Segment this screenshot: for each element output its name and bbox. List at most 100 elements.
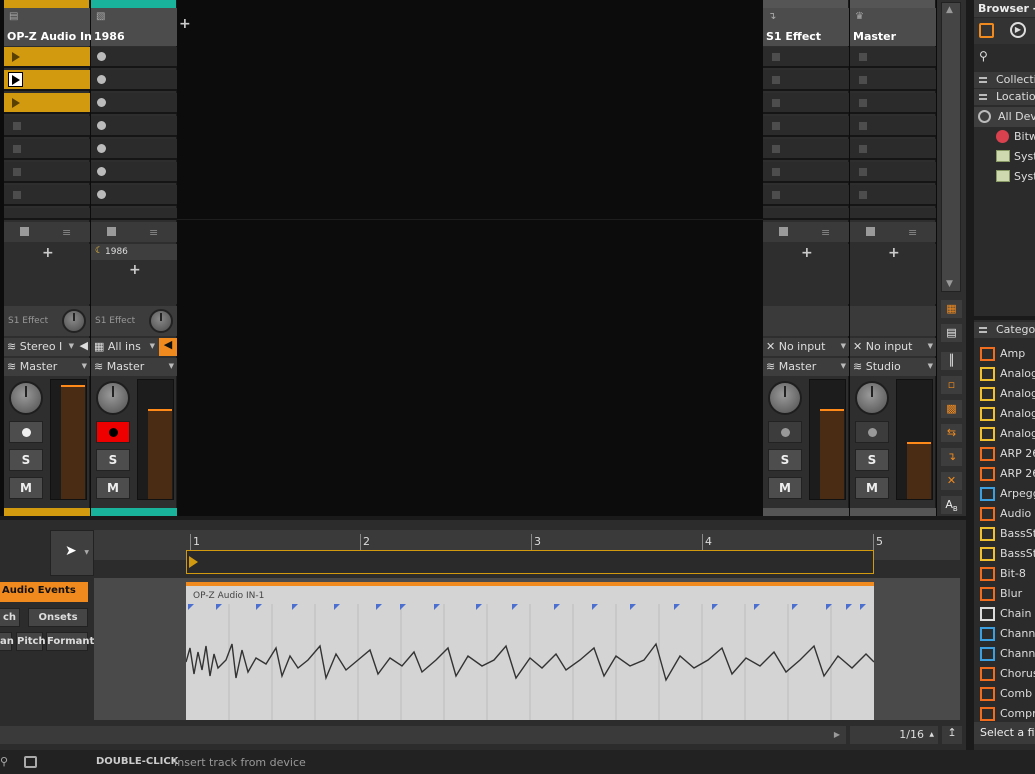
close-icon[interactable]: ✕ xyxy=(941,472,962,490)
vertical-scrollbar[interactable]: ▲ ▼ xyxy=(941,2,961,292)
pin-icon[interactable]: ↥ xyxy=(942,726,962,744)
search-icon[interactable]: ⚲ xyxy=(979,49,988,63)
formant-button[interactable]: Formant xyxy=(46,632,94,651)
browser-splitter[interactable] xyxy=(974,316,1035,320)
panel-divider[interactable] xyxy=(966,0,974,750)
volume-meter[interactable] xyxy=(50,379,87,500)
play-start-icon[interactable] xyxy=(189,556,198,568)
track-header[interactable]: ▧ 1986 xyxy=(91,8,177,46)
device-chip[interactable]: ☾ 1986 xyxy=(91,244,177,260)
volume-meter[interactable] xyxy=(896,379,933,500)
panel-toggle-icon[interactable] xyxy=(24,756,37,768)
key-icon[interactable]: ⚲ xyxy=(0,755,8,768)
clip-slot-empty[interactable] xyxy=(850,185,936,206)
device-area[interactable]: + xyxy=(763,244,849,304)
category-item[interactable]: Blur xyxy=(974,584,1035,604)
category-item[interactable]: Compre xyxy=(974,704,1035,724)
device-area[interactable]: + xyxy=(4,244,90,304)
preset-tab-icon[interactable]: ▶ xyxy=(1010,22,1026,38)
location-all-devices[interactable]: All Devi xyxy=(974,107,1035,127)
category-item[interactable]: Arpegg xyxy=(974,484,1035,504)
tool-selector[interactable]: ➤ ▼ xyxy=(50,530,94,576)
category-item[interactable]: Channe xyxy=(974,624,1035,644)
clip-slot-empty[interactable] xyxy=(850,162,936,183)
category-item[interactable]: ARP 26 xyxy=(974,464,1035,484)
device-area[interactable]: + xyxy=(850,244,936,304)
stretch-button[interactable]: ch xyxy=(0,608,20,627)
browser-search[interactable]: ⚲ xyxy=(974,46,1035,68)
clip-slot-empty[interactable] xyxy=(763,47,849,68)
mixer-icon[interactable]: ║ xyxy=(941,352,962,370)
clip-slot-empty[interactable] xyxy=(763,185,849,206)
list-icon[interactable]: ≡ xyxy=(149,226,158,239)
category-item[interactable]: BassSta xyxy=(974,544,1035,564)
clip-slot-empty[interactable] xyxy=(4,139,90,160)
solo-button[interactable]: S xyxy=(96,449,130,471)
list-icon[interactable]: ≡ xyxy=(62,226,71,239)
clip-slot-empty[interactable] xyxy=(850,70,936,91)
category-item[interactable]: Amp xyxy=(974,344,1035,364)
category-item[interactable]: ARP 26 xyxy=(974,444,1035,464)
clip-slot-empty[interactable] xyxy=(850,116,936,137)
category-item[interactable]: Comb xyxy=(974,684,1035,704)
input-selector[interactable]: ✕ No input ▼ xyxy=(850,338,936,356)
clip-play-icon[interactable] xyxy=(8,72,23,87)
pitch-button[interactable]: Pitch xyxy=(16,632,46,651)
pan-knob[interactable] xyxy=(855,381,889,415)
monitor-speaker-icon[interactable]: ◀ xyxy=(159,338,177,356)
pan-knob[interactable] xyxy=(768,381,802,415)
clip-slot-empty[interactable] xyxy=(91,93,177,114)
categories-section[interactable]: Categor xyxy=(974,322,1035,338)
clip-slot-empty[interactable] xyxy=(763,139,849,160)
category-item[interactable]: Chorus xyxy=(974,664,1035,684)
output-selector[interactable]: ≋ Master ▼ xyxy=(763,358,849,376)
clip-slot-empty[interactable] xyxy=(850,47,936,68)
clip-slot-empty[interactable] xyxy=(91,208,177,220)
record-arm-button[interactable] xyxy=(855,421,889,443)
clip-slot-empty[interactable] xyxy=(763,116,849,137)
locations-section[interactable]: Location xyxy=(974,89,1035,105)
track-header[interactable]: ♛ Master xyxy=(850,8,936,46)
stop-clips-button[interactable] xyxy=(866,227,875,236)
device-tab-icon[interactable] xyxy=(979,23,994,38)
output-selector[interactable]: ≋ Studio ▼ xyxy=(850,358,936,376)
send-knob[interactable] xyxy=(62,309,86,333)
add-device-icon[interactable]: + xyxy=(801,245,813,261)
device-panel-icon[interactable]: ▫ xyxy=(941,376,962,394)
loop-region[interactable] xyxy=(186,550,874,574)
category-item[interactable]: Chain xyxy=(974,604,1035,624)
add-device-icon[interactable]: + xyxy=(888,245,900,261)
stop-clips-button[interactable] xyxy=(779,227,788,236)
add-track-icon[interactable]: + xyxy=(179,16,191,32)
output-selector[interactable]: ≋ Master ▼ xyxy=(91,358,177,376)
record-arm-button[interactable] xyxy=(9,421,43,443)
list-icon[interactable]: ≡ xyxy=(821,226,830,239)
clip-slot-empty[interactable] xyxy=(850,93,936,114)
audio-clip[interactable]: OP-Z Audio IN-1 xyxy=(186,582,874,720)
pan-button[interactable]: an xyxy=(0,632,14,651)
stop-clips-button[interactable] xyxy=(107,227,116,236)
clip-slot-empty[interactable] xyxy=(91,70,177,91)
clip-launcher-icon[interactable]: ▦ xyxy=(941,300,962,318)
device-area[interactable]: ☾ 1986 + xyxy=(91,244,177,304)
pan-knob[interactable] xyxy=(96,381,130,415)
location-item[interactable]: Syst xyxy=(974,167,1035,187)
send-icon[interactable]: ↴ xyxy=(941,448,962,466)
mute-button[interactable]: M xyxy=(96,477,130,499)
clip-slot-empty[interactable] xyxy=(4,185,90,206)
record-arm-button[interactable] xyxy=(768,421,802,443)
onsets-button[interactable]: Onsets xyxy=(28,608,88,627)
track-header[interactable]: ▤ OP-Z Audio In xyxy=(4,8,92,46)
input-selector[interactable]: ≋ Stereo I ▼ ◀ xyxy=(4,338,90,356)
category-item[interactable]: Analog xyxy=(974,404,1035,424)
arranger-icon[interactable]: ▤ xyxy=(941,324,962,342)
category-item[interactable]: Analog xyxy=(974,384,1035,404)
record-arm-button[interactable] xyxy=(96,421,130,443)
clip-slot-empty[interactable] xyxy=(91,47,177,68)
clip-slot[interactable] xyxy=(4,93,90,114)
clip-slot-empty[interactable] xyxy=(91,162,177,183)
clip-play-icon[interactable] xyxy=(12,52,20,62)
grid-selector[interactable]: 1/16 ▲ xyxy=(850,726,938,744)
audio-events-tab[interactable]: Audio Events xyxy=(0,582,88,602)
list-icon[interactable]: ≡ xyxy=(908,226,917,239)
